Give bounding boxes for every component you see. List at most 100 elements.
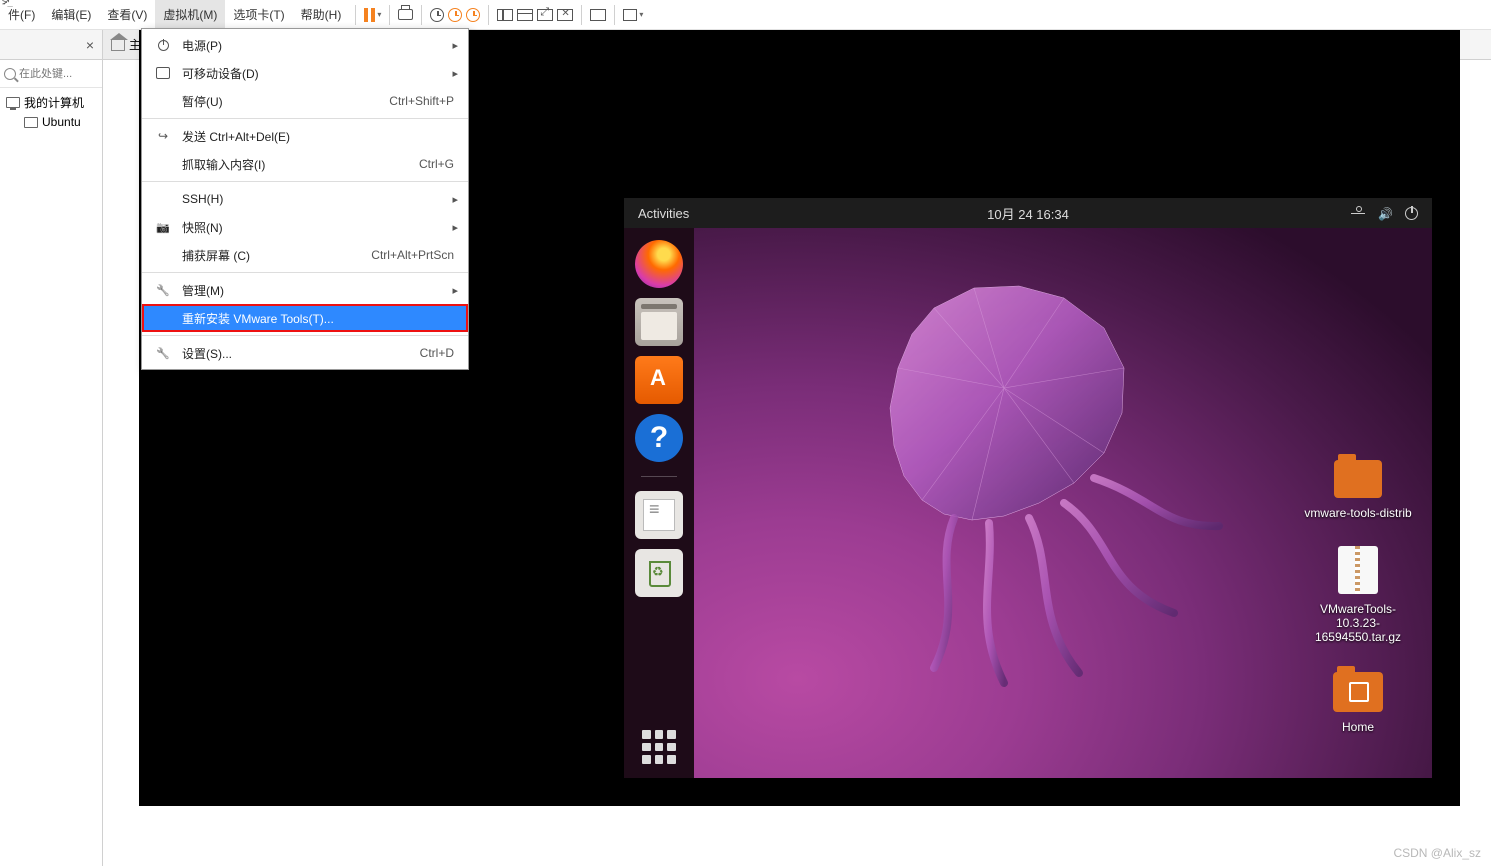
search-row bbox=[0, 60, 102, 88]
dock-help[interactable]: ? bbox=[635, 414, 683, 462]
gnome-top-bar: Activities 10月 24 16:34 bbox=[624, 198, 1432, 228]
clock-orange-icon bbox=[448, 8, 462, 22]
menu-vm[interactable]: 虚拟机(M) bbox=[155, 0, 225, 29]
clock-label[interactable]: 10月 24 16:34 bbox=[987, 204, 1069, 223]
dock-software[interactable] bbox=[635, 356, 683, 404]
menu-send-cad[interactable]: ↪ 发送 Ctrl+Alt+Del(E) bbox=[142, 122, 468, 150]
home-icon bbox=[111, 39, 125, 51]
menu-removable[interactable]: 可移动设备(D) bbox=[142, 59, 468, 87]
menu-snapshot[interactable]: 快照(N) bbox=[142, 213, 468, 241]
desktop-folder-vmware-tools[interactable] bbox=[1334, 460, 1382, 498]
send-icon: ↪ bbox=[154, 129, 172, 143]
menu-label: 暂停(U) bbox=[182, 93, 389, 110]
tree-host[interactable]: 我的计算机 bbox=[6, 92, 102, 112]
clock-orange-icon bbox=[466, 8, 480, 22]
camera-icon bbox=[154, 221, 172, 234]
menu-edit[interactable]: 编辑(E) bbox=[43, 0, 99, 29]
menu-label: SSH(H) bbox=[182, 192, 454, 206]
menu-label: 可移动设备(D) bbox=[182, 65, 454, 82]
dock-firefox[interactable] bbox=[635, 240, 683, 288]
tree-label: Ubuntu bbox=[42, 115, 81, 129]
dock-show-apps[interactable] bbox=[642, 730, 676, 764]
menu-separator bbox=[142, 272, 468, 273]
power-icon bbox=[154, 40, 172, 51]
layout-splith-button[interactable] bbox=[515, 6, 535, 24]
library-sidebar: × 我的计算机 Ubuntu bbox=[0, 30, 103, 866]
tab-close-button[interactable]: × bbox=[86, 37, 94, 53]
tree-vm-ubuntu[interactable]: Ubuntu bbox=[6, 112, 102, 132]
close-layout-icon bbox=[557, 9, 573, 21]
menu-label: 抓取输入内容(I) bbox=[182, 156, 419, 173]
menu-shortcut: Ctrl+Alt+PrtScn bbox=[371, 248, 454, 262]
split-horizontal-icon bbox=[517, 9, 533, 21]
dock-files[interactable] bbox=[635, 298, 683, 346]
volume-icon[interactable] bbox=[1378, 206, 1393, 221]
menu-label: 快照(N) bbox=[182, 219, 454, 236]
terminal-icon bbox=[590, 9, 606, 21]
desktop-icons: vmware-tools-distrib VMwareTools-10.3.23… bbox=[1298, 456, 1418, 734]
jellyfish-art bbox=[804, 268, 1224, 688]
fullscreen-button[interactable] bbox=[621, 6, 645, 24]
menu-suspend[interactable]: 暂停(U) Ctrl+Shift+P bbox=[142, 87, 468, 115]
menu-grab-input[interactable]: 抓取输入内容(I) Ctrl+G bbox=[142, 150, 468, 178]
menu-reinstall-vmware-tools[interactable]: 重新安装 VMware Tools(T)... bbox=[142, 304, 468, 332]
menu-label: 电源(P) bbox=[182, 37, 454, 54]
layout-fit-button[interactable] bbox=[535, 6, 555, 24]
activities-button[interactable]: Activities bbox=[638, 206, 689, 221]
menu-power[interactable]: 电源(P) bbox=[142, 31, 468, 59]
watermark: CSDN @Alix_sz bbox=[1393, 846, 1481, 860]
dock-trash[interactable] bbox=[635, 549, 683, 597]
search-icon bbox=[4, 68, 16, 80]
menu-label: 捕获屏幕 (C) bbox=[182, 247, 371, 264]
menu-help[interactable]: 帮助(H) bbox=[293, 0, 350, 29]
dock-text-editor[interactable] bbox=[635, 491, 683, 539]
network-icon[interactable] bbox=[1351, 206, 1366, 221]
clock-icon bbox=[430, 8, 444, 22]
clock-orange-button-1[interactable] bbox=[446, 5, 464, 25]
power-icon[interactable] bbox=[1405, 207, 1418, 220]
pause-button[interactable] bbox=[362, 5, 383, 25]
usb-icon bbox=[154, 67, 172, 79]
menu-label: 发送 Ctrl+Alt+Del(E) bbox=[182, 128, 454, 145]
wrench-icon bbox=[154, 347, 172, 360]
menu-shortcut: Ctrl+Shift+P bbox=[389, 94, 454, 108]
menu-label: 设置(S)... bbox=[182, 345, 420, 362]
tree-label: 我的计算机 bbox=[24, 94, 84, 111]
clock-orange-button-2[interactable] bbox=[464, 5, 482, 25]
host-icon bbox=[6, 97, 20, 108]
dock-separator bbox=[641, 476, 677, 477]
ubuntu-guest: Activities 10月 24 16:34 ? bbox=[624, 198, 1432, 778]
vm-dropdown-menu: 电源(P) 可移动设备(D) 暂停(U) Ctrl+Shift+P ↪ 发送 C… bbox=[141, 28, 469, 370]
printer-button[interactable] bbox=[396, 6, 415, 23]
menu-capture-screen[interactable]: 捕获屏幕 (C) Ctrl+Alt+PrtScn bbox=[142, 241, 468, 269]
fullscreen-icon bbox=[623, 9, 637, 21]
printer-icon bbox=[398, 9, 413, 20]
separator bbox=[614, 5, 615, 25]
separator bbox=[421, 5, 422, 25]
pause-icon bbox=[364, 8, 375, 22]
menu-tabs[interactable]: 选项卡(T) bbox=[225, 0, 292, 29]
desktop-home-folder[interactable] bbox=[1333, 672, 1383, 712]
desktop-label: Home bbox=[1342, 720, 1374, 734]
layout-splitv-button[interactable] bbox=[495, 6, 515, 24]
fit-icon bbox=[537, 9, 553, 21]
desktop-label: vmware-tools-distrib bbox=[1304, 506, 1411, 520]
menu-view[interactable]: 查看(V) bbox=[99, 0, 155, 29]
terminal-button[interactable] bbox=[588, 6, 608, 24]
menu-ssh[interactable]: SSH(H) bbox=[142, 185, 468, 213]
menu-separator bbox=[142, 118, 468, 119]
menu-label: 重新安装 VMware Tools(T)... bbox=[182, 310, 454, 327]
desktop-archive-vmwaretools[interactable] bbox=[1338, 546, 1378, 594]
clock-button[interactable] bbox=[428, 5, 446, 25]
ubuntu-wallpaper: vmware-tools-distrib VMwareTools-10.3.23… bbox=[694, 228, 1432, 778]
menu-shortcut: Ctrl+D bbox=[420, 346, 454, 360]
separator bbox=[581, 5, 582, 25]
split-vertical-icon bbox=[497, 9, 513, 21]
menu-manage[interactable]: 管理(M) bbox=[142, 276, 468, 304]
menu-settings[interactable]: 设置(S)... Ctrl+D bbox=[142, 339, 468, 367]
separator bbox=[355, 5, 356, 25]
menu-shortcut: Ctrl+G bbox=[419, 157, 454, 171]
library-search-input[interactable] bbox=[19, 68, 89, 80]
layout-close-button[interactable] bbox=[555, 6, 575, 24]
menu-label: 管理(M) bbox=[182, 282, 454, 299]
